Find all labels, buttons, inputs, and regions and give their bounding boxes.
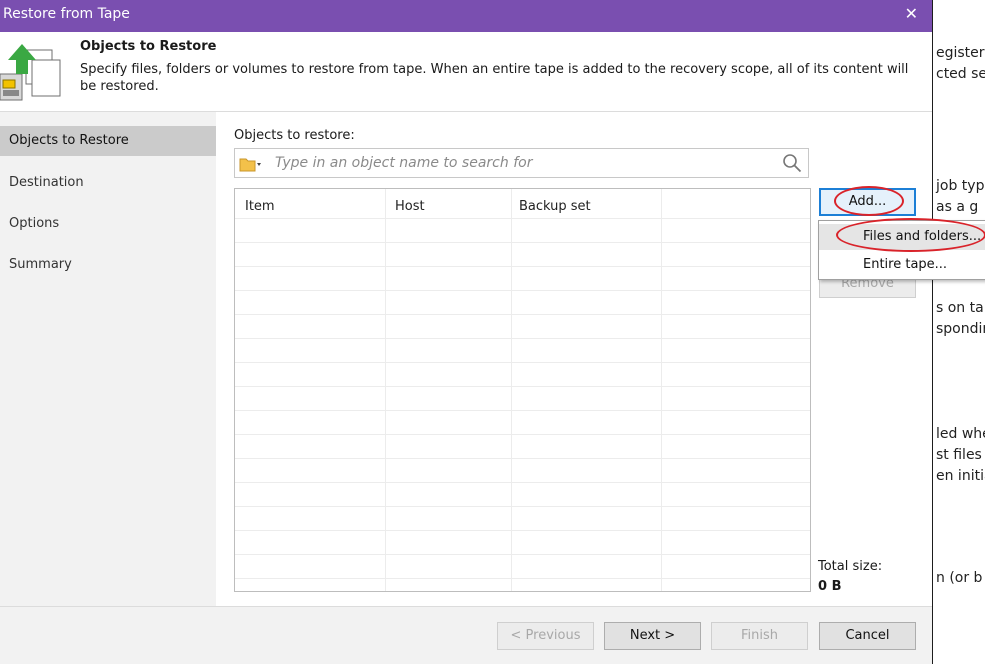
- title-bar[interactable]: Restore from Tape ✕: [0, 0, 932, 32]
- background-text-line: s on tap: [936, 300, 985, 316]
- step-objects-to-restore[interactable]: Objects to Restore: [0, 126, 216, 156]
- row-divider: [235, 554, 810, 555]
- menu-item-files-and-folders[interactable]: Files and folders...: [819, 224, 985, 250]
- search-icon[interactable]: [782, 153, 802, 173]
- background-text-line: led whe: [936, 426, 985, 442]
- background-document-edge: [932, 0, 933, 664]
- background-text-line: job typ: [936, 178, 985, 194]
- next-button[interactable]: Next >: [604, 622, 701, 650]
- row-divider: [235, 410, 810, 411]
- object-search-input[interactable]: [273, 152, 773, 174]
- row-divider: [235, 266, 810, 267]
- wizard-steps-nav: Objects to Restore Destination Options S…: [0, 112, 216, 606]
- background-text-line: st files: [936, 447, 982, 463]
- folder-dropdown-icon[interactable]: [239, 156, 261, 172]
- objects-to-restore-label: Objects to restore:: [234, 128, 355, 143]
- finish-button[interactable]: Finish: [711, 622, 808, 650]
- background-text-line: en initia: [936, 468, 985, 484]
- step-summary[interactable]: Summary: [0, 250, 216, 280]
- restore-wizard-icon: [0, 44, 61, 101]
- cancel-button[interactable]: Cancel: [819, 622, 916, 650]
- background-text-line: cted ser: [936, 66, 985, 82]
- background-text-line: spondir: [936, 321, 985, 337]
- wizard-footer: < Previous Next > Finish Cancel: [0, 606, 932, 664]
- row-divider: [235, 530, 810, 531]
- wizard-content: Objects to restore: Item Host Backup set: [216, 112, 932, 606]
- step-destination[interactable]: Destination: [0, 168, 216, 198]
- page-title: Objects to Restore: [80, 39, 217, 54]
- column-header-backup-set[interactable]: Backup set: [519, 199, 591, 214]
- objects-table[interactable]: Item Host Backup set: [234, 188, 811, 592]
- row-divider: [235, 218, 810, 219]
- background-document: egister cted ser job typ as a g s on tap…: [932, 0, 985, 664]
- column-divider: [385, 189, 386, 591]
- column-divider: [511, 189, 512, 591]
- total-size-label: Total size:: [818, 559, 883, 574]
- background-text-line: egister: [936, 45, 985, 61]
- previous-button[interactable]: < Previous: [497, 622, 594, 650]
- row-divider: [235, 386, 810, 387]
- menu-item-entire-tape[interactable]: Entire tape...: [819, 252, 985, 278]
- restore-from-tape-dialog: Restore from Tape ✕ Objects to Restore S…: [0, 0, 932, 664]
- column-header-host[interactable]: Host: [395, 199, 425, 214]
- column-header-item[interactable]: Item: [245, 199, 275, 214]
- close-icon[interactable]: ✕: [905, 4, 918, 23]
- row-divider: [235, 578, 810, 579]
- add-button[interactable]: Add...: [819, 188, 916, 216]
- column-divider: [661, 189, 662, 591]
- row-divider: [235, 458, 810, 459]
- wizard-header: Objects to Restore Specify files, folder…: [0, 32, 932, 112]
- background-text-line: as a g: [936, 199, 979, 215]
- page-description: Specify files, folders or volumes to res…: [80, 62, 909, 94]
- row-divider: [235, 482, 810, 483]
- row-divider: [235, 506, 810, 507]
- add-dropdown-menu: Files and folders... Entire tape...: [818, 220, 985, 280]
- row-divider: [235, 434, 810, 435]
- row-divider: [235, 338, 810, 339]
- background-text-line: n (or b: [936, 570, 983, 586]
- window-title: Restore from Tape: [3, 6, 130, 22]
- row-divider: [235, 314, 810, 315]
- object-search-box[interactable]: [234, 148, 809, 178]
- row-divider: [235, 362, 810, 363]
- row-divider: [235, 242, 810, 243]
- row-divider: [235, 290, 810, 291]
- step-options[interactable]: Options: [0, 209, 216, 239]
- total-size-value: 0 B: [818, 579, 842, 594]
